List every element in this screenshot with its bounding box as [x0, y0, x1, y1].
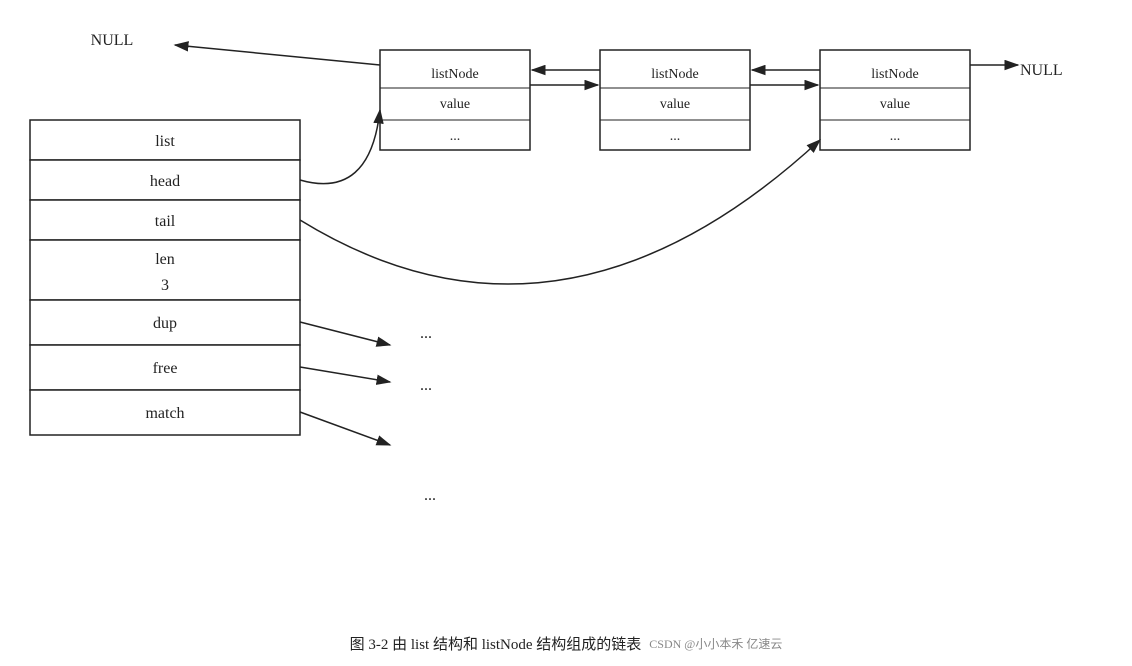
len-value: 3	[161, 277, 169, 294]
null-left-label: NULL	[91, 32, 134, 49]
tail-field: tail	[155, 213, 176, 230]
listnode1-value: value	[440, 97, 470, 112]
len-field: len	[155, 251, 175, 268]
list-field: list	[155, 133, 175, 150]
diagram-container: list head tail len 3 dup free match list…	[0, 0, 1132, 620]
null-right-label: NULL	[1020, 62, 1063, 79]
listnode1-ellipsis: ...	[450, 129, 461, 144]
listnode3-value: value	[880, 97, 910, 112]
match-field: match	[145, 405, 184, 422]
caption-text: 图 3-2 由 list 结构和 listNode 结构组成的链表	[350, 633, 642, 654]
listnode2-ellipsis: ...	[670, 129, 681, 144]
listnode3-label: listNode	[871, 67, 918, 82]
diagram-svg: list head tail len 3 dup free match list…	[0, 0, 1132, 620]
dup-ellipsis: ...	[420, 325, 432, 342]
caption-area: 图 3-2 由 list 结构和 listNode 结构组成的链表 CSDN @…	[0, 633, 1132, 654]
free-field: free	[153, 360, 178, 377]
bottom-ellipsis: ...	[424, 487, 436, 504]
listnode2-value: value	[660, 97, 690, 112]
watermark-text: CSDN @小小本禾 亿速云	[649, 635, 782, 652]
free-ellipsis: ...	[420, 377, 432, 394]
listnode2-label: listNode	[651, 67, 698, 82]
head-field: head	[150, 173, 180, 190]
listnode1-label: listNode	[431, 67, 478, 82]
dup-field: dup	[153, 315, 177, 332]
listnode3-ellipsis: ...	[890, 129, 901, 144]
